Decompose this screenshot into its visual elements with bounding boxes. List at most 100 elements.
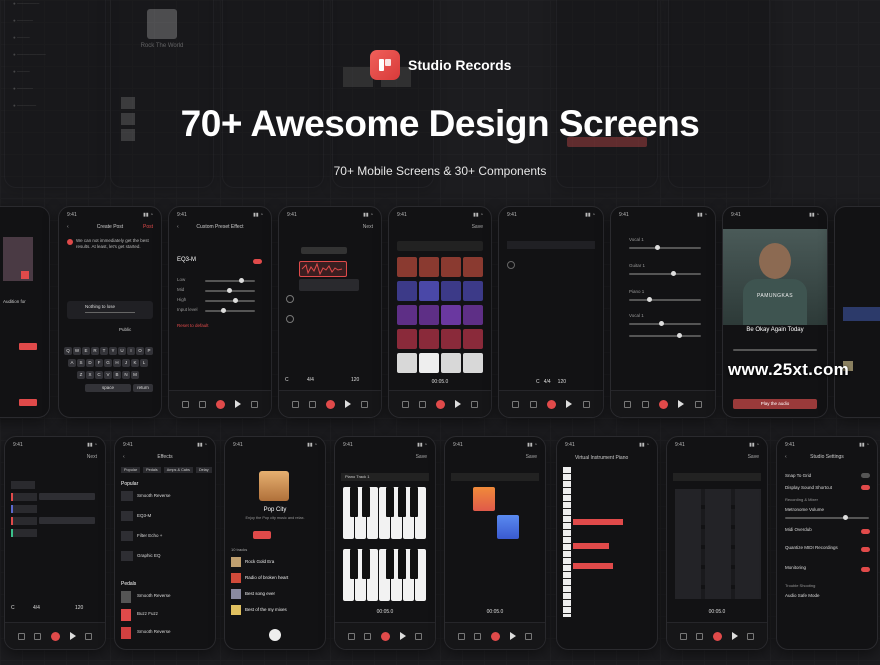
- save-button[interactable]: Save: [416, 454, 427, 460]
- phone-effects: 9:41 ▮▮ ◔ ‹ Effects Popular Pedals Amps & …: [114, 436, 216, 650]
- tab-popular[interactable]: Popular: [121, 467, 141, 473]
- tab-pedals[interactable]: Pedals: [143, 467, 161, 473]
- post-body[interactable]: We can not immediately get the best resu…: [76, 238, 152, 250]
- midi-note[interactable]: [573, 543, 609, 549]
- record-button[interactable]: [216, 399, 225, 409]
- next-button[interactable]: Next: [87, 454, 97, 460]
- active-pad[interactable]: [497, 515, 519, 539]
- play-icon[interactable]: [69, 632, 76, 640]
- preset-toggle[interactable]: [253, 259, 262, 264]
- phone-track-editor: 9:41 ▮▮ ◔ Next C 4/4 120: [278, 206, 382, 418]
- setting-item: Midi Overdub: [785, 527, 812, 532]
- next-button[interactable]: Next: [363, 224, 373, 230]
- track-item[interactable]: Radio of broken heart: [245, 575, 288, 580]
- play-icon[interactable]: [678, 400, 685, 408]
- phone-eq: 9:41 ▮▮ ◔ ‹ Custom Preset Effect EQ3-M Low…: [168, 206, 272, 418]
- record-button[interactable]: [326, 399, 335, 409]
- phone-piano-roll: 9:41 ▮▮ ◔ Virtual Instrument Piano: [556, 436, 658, 650]
- play-icon[interactable]: [731, 632, 738, 640]
- piano-keyboard-strip[interactable]: [563, 467, 571, 617]
- clip-menu[interactable]: [299, 279, 359, 291]
- phone-mixer: 9:41 ▮▮ ◔ Vocal 1 Guitar 1 Piano 1 Vocal …: [610, 206, 716, 418]
- phone-album: Rock The World: [110, 0, 214, 188]
- record-button[interactable]: [380, 631, 390, 641]
- record-button[interactable]: [658, 399, 668, 409]
- play-icon[interactable]: [345, 400, 351, 408]
- play-icon[interactable]: [509, 632, 516, 640]
- active-pad[interactable]: [473, 487, 495, 511]
- post-button[interactable]: Post: [143, 224, 153, 230]
- brand-lockup: Studio Records: [370, 50, 511, 80]
- hero-subtitle: 70+ Mobile Screens & 30+ Components: [333, 164, 547, 178]
- setting-item: Metronome Volume: [785, 507, 825, 512]
- record-button[interactable]: [712, 631, 722, 641]
- brand-name: Studio Records: [408, 57, 512, 73]
- visibility-select[interactable]: Public: [119, 327, 131, 332]
- time-readout: 00:05.0: [431, 379, 449, 385]
- input-slider[interactable]: [205, 310, 255, 312]
- low-slider[interactable]: [205, 280, 255, 282]
- record-button[interactable]: [490, 631, 500, 641]
- phone-multitrack: 9:41 ▮▮ ◔ Next C 4/4 120: [4, 436, 106, 650]
- play-icon[interactable]: [399, 632, 406, 640]
- volume-slider[interactable]: [843, 515, 848, 520]
- phone-library-top: [668, 0, 770, 188]
- record-button[interactable]: [436, 399, 445, 409]
- tab-delay[interactable]: Delay: [195, 467, 212, 473]
- section-label: Recording & Mixer: [785, 497, 818, 502]
- back-arrow-icon[interactable]: ‹: [177, 224, 179, 230]
- high-slider[interactable]: [205, 300, 255, 302]
- waveform: [301, 247, 347, 254]
- overdub-toggle[interactable]: [861, 529, 870, 534]
- play-icon[interactable]: [455, 400, 461, 408]
- midi-note[interactable]: [573, 519, 623, 525]
- setting-item: Quantize MIDI Recordings: [785, 545, 838, 550]
- record-button[interactable]: [50, 631, 60, 641]
- page-title: Custom Preset Effect: [196, 224, 244, 230]
- track-item[interactable]: Rock Gold Era: [245, 559, 274, 564]
- selected-clip[interactable]: [299, 261, 347, 277]
- shortcut-toggle[interactable]: [861, 485, 870, 490]
- add-track-icon[interactable]: [286, 295, 294, 303]
- play-icon[interactable]: [235, 400, 241, 408]
- monitoring-toggle[interactable]: [861, 567, 870, 572]
- phone-create-post: 9:41 ▮▮ ◔ ‹ Create Post Post We can not i…: [58, 206, 162, 418]
- phone-login-top: [556, 0, 658, 188]
- tab-amps[interactable]: Amps & Cabs: [163, 467, 193, 473]
- track-item[interactable]: Best song ever: [245, 591, 275, 596]
- play-button[interactable]: [253, 531, 271, 539]
- back-arrow-icon[interactable]: ‹: [67, 224, 69, 230]
- setting-item: Display Sound Shortcut: [785, 485, 833, 490]
- record-button[interactable]: [546, 399, 556, 409]
- save-button[interactable]: Save: [526, 454, 537, 460]
- avatar: [67, 239, 73, 245]
- quantize-toggle[interactable]: [861, 547, 870, 552]
- home-button[interactable]: [269, 629, 281, 641]
- effect-tabs: Popular Pedals Amps & Cabs Delay: [121, 467, 212, 473]
- setting-item: Monitoring: [785, 565, 807, 570]
- save-button[interactable]: Save: [748, 454, 759, 460]
- setting-item: Audio Safe Mode: [785, 593, 820, 598]
- setting-item: Snap To Grid: [785, 473, 812, 478]
- phone-settings: 9:41 ▮▮ ◔ ‹ Studio Settings Snap To Grid D…: [776, 436, 878, 650]
- track-item[interactable]: Best of the my mixes: [245, 607, 287, 612]
- attached-track[interactable]: Nothing to lose: [67, 301, 153, 319]
- phone-drum-pads: 9:41 ▮▮ ◔ Save 00:05.0: [388, 206, 492, 418]
- play-audio-button[interactable]: Play the audio: [733, 399, 817, 409]
- reset-link[interactable]: Reset to default: [177, 323, 209, 328]
- midi-note[interactable]: [573, 563, 613, 569]
- phone-piano: 9:41 ▮▮ ◔ Save Piano Track 1 00:05.0: [334, 436, 436, 650]
- playlist-title: Pop City: [263, 507, 287, 513]
- save-button[interactable]: Save: [472, 224, 483, 230]
- phone-timeline-top: [222, 0, 324, 188]
- page-title: Studio Settings: [810, 454, 844, 460]
- studio-records-logo-icon: [370, 50, 400, 80]
- snap-toggle[interactable]: [861, 473, 870, 478]
- play-icon[interactable]: [566, 400, 573, 408]
- section-label: Trouble Shooting: [785, 583, 816, 588]
- chord-buttons[interactable]: [675, 489, 761, 599]
- phone-pop-city: 9:41 ▮▮ ◔ Pop City Enjoy the Pop city mus…: [224, 436, 326, 650]
- page-title: Virtual Instrument Piano: [575, 455, 629, 461]
- playlist-cover: [259, 471, 289, 501]
- phone-song-player: 9:41 ▮▮ ◔ PAMUNGKAS Be Okay Again Today P…: [722, 206, 828, 418]
